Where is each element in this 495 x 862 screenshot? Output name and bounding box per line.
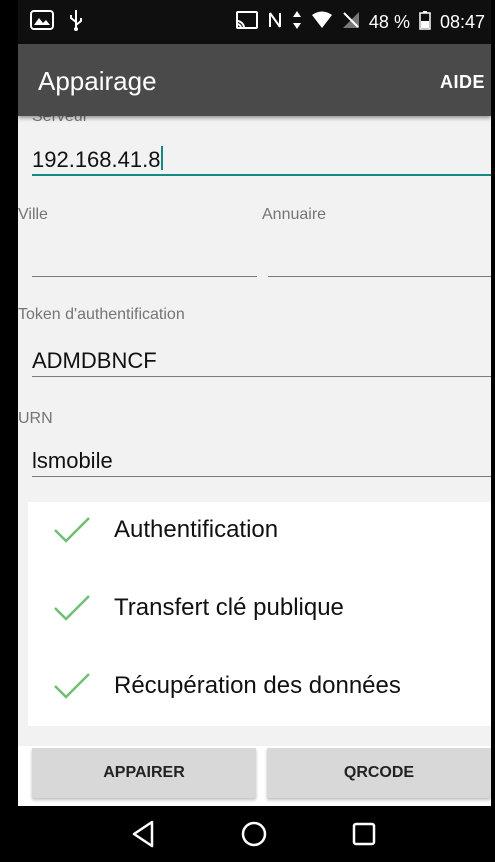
directory-field-underline (268, 276, 491, 277)
page-title: Appairage (38, 66, 157, 96)
cast-icon (235, 10, 258, 34)
nfc-icon (267, 10, 283, 35)
step-data-retrieval: Récupération des données (28, 656, 491, 716)
step-authentication: Authentification (28, 500, 491, 560)
pairing-steps: Authentification Transfert clé publique … (28, 502, 491, 726)
help-button[interactable]: AIDE (440, 72, 485, 93)
data-transfer-icon (292, 10, 302, 35)
battery-percentage: 48 % (368, 11, 410, 32)
qrcode-button[interactable]: QRCODE (267, 748, 491, 798)
navigation-bar (18, 806, 491, 862)
directory-label: Annuaire (262, 206, 327, 223)
step-label: Récupération des données (114, 672, 401, 699)
token-field-underline (32, 376, 491, 377)
clock: 08:47 (439, 11, 485, 32)
server-label: Serveur (32, 116, 89, 125)
no-signal-icon (342, 11, 360, 34)
city-field-underline (32, 276, 257, 277)
city-label: Ville (18, 206, 48, 223)
home-icon[interactable] (238, 818, 270, 850)
server-field[interactable]: 192.168.41.8 (32, 146, 164, 173)
pair-button[interactable]: APPAIRER (32, 748, 256, 798)
check-icon (54, 673, 90, 699)
token-label: Token d'authentification (18, 306, 185, 323)
server-field-underline (32, 174, 491, 176)
gallery-notification-icon (30, 9, 54, 35)
back-icon[interactable] (128, 818, 160, 850)
app-bar: Appairage AIDE (18, 44, 491, 116)
step-label: Transfert clé publique (114, 594, 344, 621)
urn-field-underline (32, 476, 491, 477)
step-label: Authentification (114, 516, 279, 543)
wifi-icon (311, 11, 333, 34)
check-icon (54, 595, 90, 621)
check-icon (54, 517, 90, 543)
step-public-key-transfer: Transfert clé publique (28, 578, 491, 638)
usb-icon (68, 9, 84, 36)
recents-icon[interactable] (348, 818, 380, 850)
urn-label: URN (18, 410, 53, 427)
battery-icon (419, 10, 431, 35)
text-cursor (161, 146, 164, 170)
urn-field[interactable]: lsmobile (32, 448, 113, 474)
status-bar: 48 % 08:47 (18, 0, 491, 44)
pairing-form: Serveur 192.168.41.8 Ville Annuaire Toke… (18, 116, 491, 746)
token-field[interactable]: ADMDBNCF (32, 348, 157, 374)
